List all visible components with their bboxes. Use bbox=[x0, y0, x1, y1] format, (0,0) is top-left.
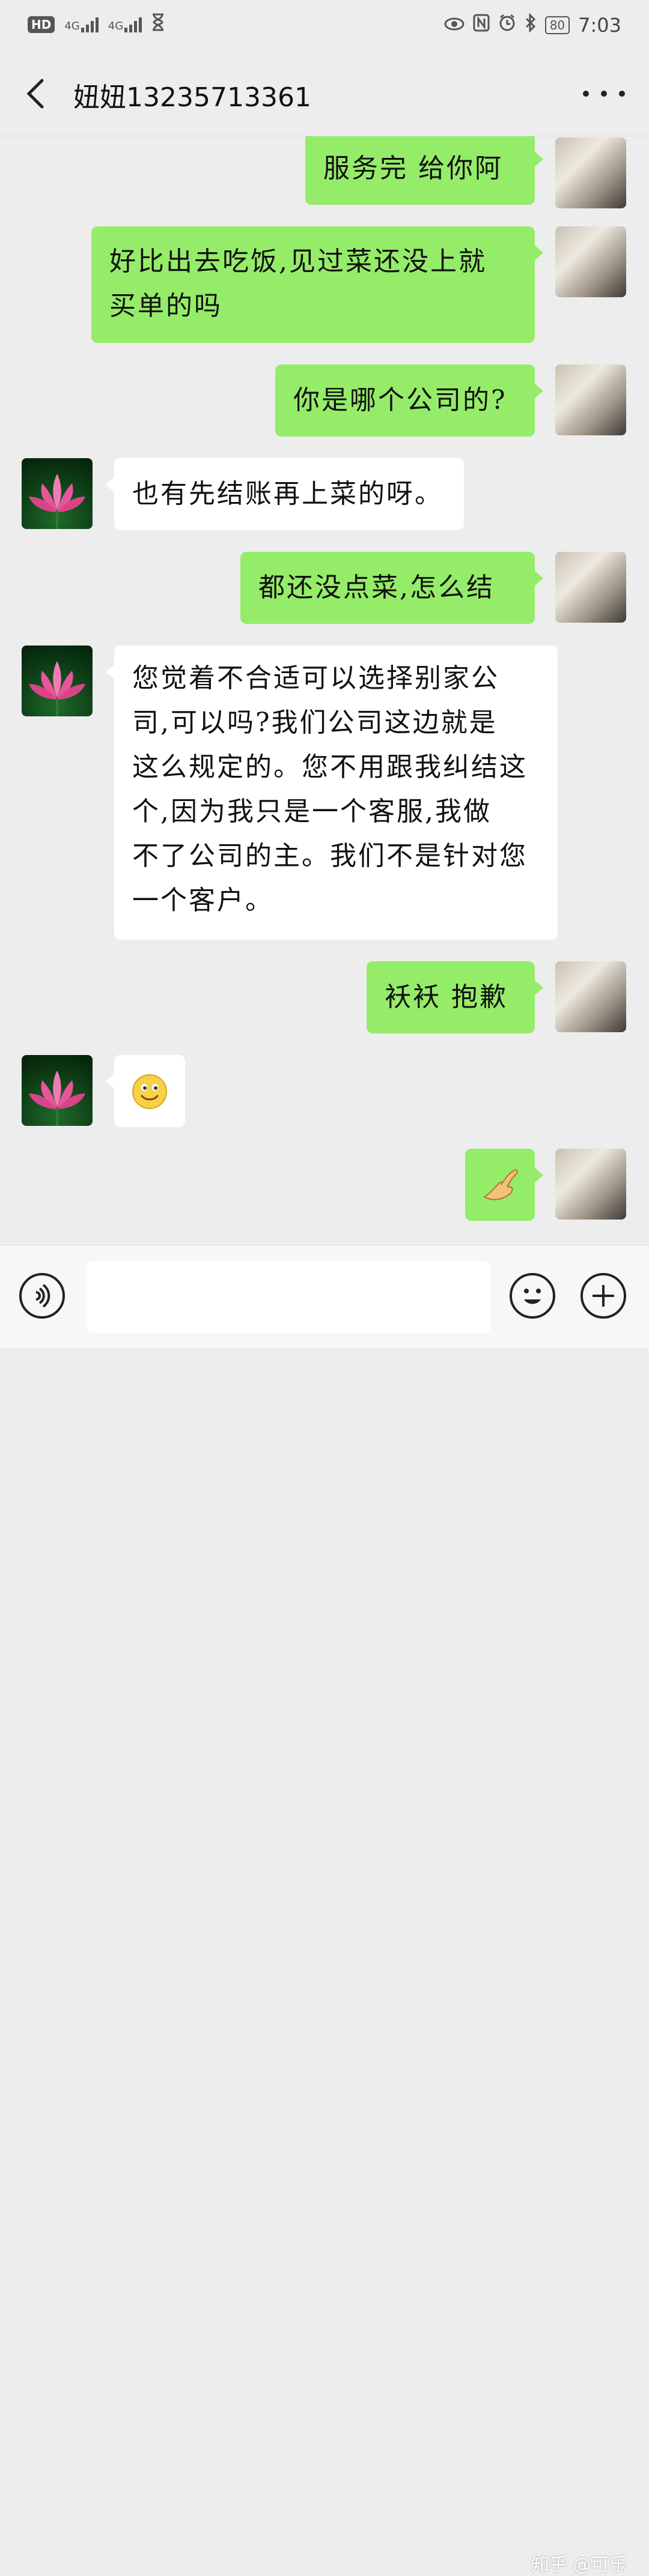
message-input[interactable] bbox=[87, 1261, 490, 1333]
dot-icon bbox=[601, 91, 607, 97]
message-list[interactable]: 服务完 给你阿 好比出去吃饭,见过菜还没上就 买单的吗 你是哪个公司的? 也有先… bbox=[0, 136, 649, 1245]
chat-title: 妞妞13235713361 bbox=[73, 82, 311, 113]
voice-icon bbox=[35, 1284, 50, 1308]
lotus-flower-icon bbox=[29, 474, 85, 529]
voice-button[interactable] bbox=[19, 1273, 65, 1319]
hourglass-icon bbox=[151, 13, 165, 36]
plus-icon bbox=[593, 1285, 614, 1307]
battery-icon: 80 bbox=[544, 16, 570, 34]
more-actions-button[interactable] bbox=[580, 1273, 626, 1319]
message-line: 司,可以吗?我们公司这边就是 bbox=[132, 707, 498, 738]
message-bubble-theirs[interactable] bbox=[106, 1055, 185, 1127]
message-bubble-mine[interactable]: 服务完 给你阿 bbox=[305, 136, 543, 205]
smile-emoji-icon bbox=[132, 1074, 167, 1109]
status-bar: HD 4G 4G 80 7:03 bbox=[0, 0, 649, 52]
message-line: 个,因为我只是一个客服,我做 bbox=[132, 796, 492, 827]
status-time: 7:03 bbox=[578, 14, 621, 37]
chevron-left-icon bbox=[26, 79, 44, 109]
ok-hand-emoji-icon bbox=[483, 1169, 518, 1200]
my-avatar[interactable] bbox=[555, 552, 626, 623]
message-bubble-mine[interactable]: 袄袄 抱歉 bbox=[367, 961, 543, 1033]
alarm-icon bbox=[498, 14, 516, 37]
lotus-flower-icon bbox=[29, 661, 85, 716]
my-avatar[interactable] bbox=[555, 364, 626, 435]
more-button[interactable] bbox=[583, 82, 625, 106]
chat-header: 妞妞13235713361 bbox=[0, 52, 649, 136]
message-line: 这么规定的。您不用跟我纠结这 bbox=[132, 752, 528, 782]
watermark-text: 知乎 @可乐 bbox=[531, 2554, 627, 2575]
input-bar: 知乎 @可乐 bbox=[0, 1245, 649, 2575]
my-avatar[interactable] bbox=[555, 961, 626, 1032]
message-bubble-mine[interactable]: 都还没点菜,怎么结 bbox=[240, 552, 543, 624]
message-bubble-mine[interactable]: 你是哪个公司的? bbox=[275, 364, 543, 437]
back-button[interactable] bbox=[22, 76, 55, 112]
message-bubble-theirs[interactable]: 您觉着不合适可以选择别家公 司,可以吗?我们公司这边就是 这么规定的。您不用跟我… bbox=[106, 646, 558, 940]
eye-icon bbox=[444, 15, 465, 36]
hd-voice-icon: HD bbox=[28, 16, 55, 33]
my-avatar[interactable] bbox=[555, 1149, 626, 1220]
contact-avatar[interactable] bbox=[22, 458, 93, 529]
contact-avatar[interactable] bbox=[22, 646, 93, 716]
emoji-button[interactable] bbox=[510, 1273, 555, 1319]
signal-icon-1: 4G bbox=[64, 17, 99, 32]
message-line: 您觉着不合适可以选择别家公 bbox=[132, 663, 499, 694]
message-bubble-mine[interactable] bbox=[465, 1149, 543, 1221]
bluetooth-icon bbox=[525, 13, 537, 37]
smiley-face-icon bbox=[524, 1289, 541, 1304]
message-line: 不了公司的主。我们不是针对您 bbox=[132, 841, 528, 871]
dot-icon bbox=[583, 91, 589, 97]
my-avatar[interactable] bbox=[555, 138, 626, 208]
lotus-flower-icon bbox=[29, 1071, 85, 1126]
dot-icon bbox=[619, 91, 625, 97]
message-bubble-theirs[interactable]: 也有先结账再上菜的呀。 bbox=[106, 458, 464, 530]
message-line: 买单的吗 bbox=[109, 291, 222, 321]
message-line: 好比出去吃饭,见过菜还没上就 bbox=[109, 246, 487, 277]
signal-icon-2: 4G bbox=[108, 17, 142, 32]
message-bubble-mine[interactable]: 好比出去吃饭,见过菜还没上就 买单的吗 bbox=[91, 226, 543, 343]
message-line: 一个客户。 bbox=[132, 885, 273, 916]
nfc-icon bbox=[473, 14, 490, 37]
my-avatar[interactable] bbox=[555, 226, 626, 297]
contact-avatar[interactable] bbox=[22, 1055, 93, 1126]
